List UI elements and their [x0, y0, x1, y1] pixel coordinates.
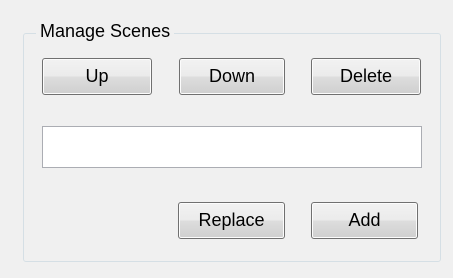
down-button[interactable]: Down — [179, 58, 285, 95]
add-button[interactable]: Add — [311, 202, 418, 239]
groupbox-title: Manage Scenes — [36, 19, 175, 43]
scene-name-input[interactable] — [42, 126, 422, 168]
delete-button[interactable]: Delete — [311, 58, 421, 95]
replace-button[interactable]: Replace — [178, 202, 285, 239]
up-button[interactable]: Up — [42, 58, 152, 95]
